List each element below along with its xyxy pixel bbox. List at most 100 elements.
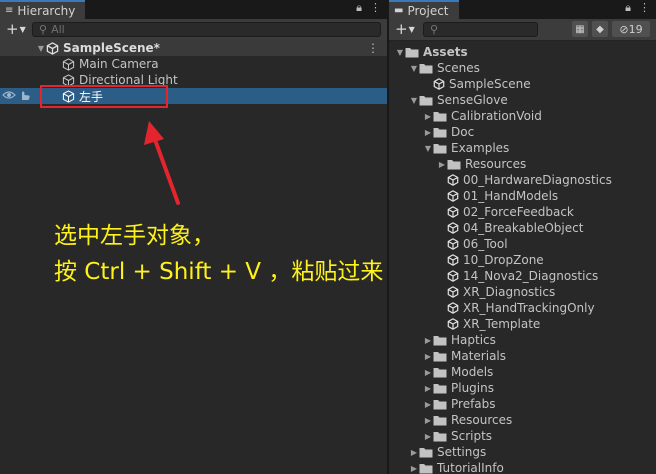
hierarchy-item-main-camera[interactable]: Main Camera [0,56,387,72]
unity-scene-icon [447,190,463,202]
project-tree-item[interactable]: 06_Tool [389,236,656,252]
project-tree-item[interactable]: 10_DropZone [389,252,656,268]
project-tree-item-label: 02_ForceFeedback [463,205,574,219]
scene-options-icon[interactable]: ⋮ [367,41,379,55]
hierarchy-search-input[interactable] [51,23,252,36]
project-tree-item-label: XR_Template [463,317,541,331]
expand-triangle-icon[interactable]: ▶ [423,432,433,441]
project-tree-item[interactable]: 14_Nova2_Diagnostics [389,268,656,284]
project-tree-item[interactable]: ▼ SenseGlove [389,92,656,108]
unity-scene-icon [447,238,463,250]
search-by-label-icon[interactable]: ◆ [592,21,608,37]
hierarchy-tab[interactable]: ≡ Hierarchy [0,0,86,19]
chevron-down-icon: ▼ [408,24,415,34]
project-tree-item-label: Models [451,365,494,379]
project-tree-item[interactable]: SampleScene [389,76,656,92]
expand-triangle-icon[interactable]: ▶ [423,352,433,361]
project-tree-item[interactable]: XR_Diagnostics [389,284,656,300]
expand-triangle-icon[interactable]: ▶ [437,160,447,169]
unity-scene-icon [447,270,463,282]
expand-triangle-icon[interactable]: ▶ [423,384,433,393]
project-tree-item-label: Scenes [437,61,480,75]
folder-icon [433,351,451,362]
project-tree-item[interactable]: ▼ Assets [389,44,656,60]
project-tree-item-label: Examples [451,141,510,155]
hierarchy-search-box[interactable]: ⚲ [32,22,381,37]
folder-open-icon [419,95,437,106]
expand-triangle-icon[interactable]: ▶ [423,400,433,409]
project-tree-item-label: XR_Diagnostics [463,285,556,299]
project-tree-item[interactable]: ▼ Examples [389,140,656,156]
project-tree-item[interactable]: ▶ Resources [389,156,656,172]
project-tree-item[interactable]: ▶ Settings [389,444,656,460]
folder-open-icon [433,143,451,154]
folder-icon [447,159,465,170]
project-tree-item-label: Haptics [451,333,496,347]
lock-icon[interactable]: 🔒︎ [625,1,631,15]
expand-triangle-icon[interactable]: ▶ [423,128,433,137]
expand-triangle-icon[interactable]: ▼ [36,44,46,53]
project-tree-item[interactable]: ▶ Prefabs [389,396,656,412]
project-tree-item[interactable]: ▶ Models [389,364,656,380]
more-options-icon[interactable]: ⋮ [370,1,381,15]
folder-icon [433,127,451,138]
project-tree-item[interactable]: XR_HandTrackingOnly [389,300,656,316]
expand-triangle-icon[interactable]: ▼ [395,48,405,57]
project-tab-bar: ▬ Project 🔒︎ ⋮ [389,0,656,19]
project-tab-title: Project [407,3,449,18]
project-tree-item[interactable]: ▶ TutorialInfo [389,460,656,474]
pickable-hand-icon[interactable] [18,89,32,101]
unity-logo-icon [46,41,59,55]
expand-triangle-icon[interactable]: ▼ [409,96,419,105]
hierarchy-tab-title: Hierarchy [17,3,76,18]
project-tree-item-label: Plugins [451,381,494,395]
hidden-count: 19 [628,22,643,36]
project-tree-item-label: Assets [423,45,468,59]
folder-icon [419,463,437,474]
folder-icon [433,399,451,410]
create-asset-button[interactable]: +▼ [395,21,415,38]
unity-scene-icon [447,302,463,314]
project-search-box[interactable]: ⚲ [423,22,538,37]
project-tree-item-label: Resources [451,413,513,427]
project-tree-item[interactable]: ▼ Scenes [389,60,656,76]
project-tree-item-label: TutorialInfo [437,461,504,474]
project-tree-item[interactable]: ▶ Scripts [389,428,656,444]
more-options-icon[interactable]: ⋮ [639,1,650,15]
project-tree-item[interactable]: XR_Template [389,316,656,332]
project-tree-item[interactable]: 00_HardwareDiagnostics [389,172,656,188]
project-tree-item-label: Materials [451,349,507,363]
search-by-type-icon[interactable]: ▦ [572,21,588,37]
project-tree-item[interactable]: ▶ Resources [389,412,656,428]
annotation-highlight-box [40,85,168,108]
project-tree-item[interactable]: ▶ Haptics [389,332,656,348]
expand-triangle-icon[interactable]: ▶ [423,336,433,345]
lock-icon[interactable]: 🔒︎ [356,1,362,15]
hierarchy-item-label: Main Camera [79,57,159,71]
eye-icon[interactable] [2,89,16,101]
project-tree-item[interactable]: ▶ Doc [389,124,656,140]
project-tree-item[interactable]: 04_BreakableObject [389,220,656,236]
expand-triangle-icon[interactable]: ▶ [409,464,419,473]
project-tree-item-label: SampleScene [449,77,531,91]
expand-triangle-icon[interactable]: ▼ [423,144,433,153]
expand-triangle-icon[interactable]: ▶ [409,448,419,457]
project-tab[interactable]: ▬ Project [389,0,459,19]
project-tree-item-label: CalibrationVoid [451,109,542,123]
create-button[interactable]: +▼ [6,21,26,38]
scene-header-row[interactable]: ▼ SampleScene* ⋮ [0,40,387,56]
project-tree-item[interactable]: ▶ Plugins [389,380,656,396]
expand-triangle-icon[interactable]: ▶ [423,368,433,377]
project-tree-item-label: 01_HandModels [463,189,559,203]
hidden-packages-toggle[interactable]: ⊘ 19 [612,21,650,37]
project-tree-item[interactable]: 02_ForceFeedback [389,204,656,220]
expand-triangle-icon[interactable]: ▼ [409,64,419,73]
project-tree-item[interactable]: ▶ Materials [389,348,656,364]
folder-tab-icon: ▬ [394,5,404,16]
unity-scene-icon [447,318,463,330]
expand-triangle-icon[interactable]: ▶ [423,416,433,425]
expand-triangle-icon[interactable]: ▶ [423,112,433,121]
project-tree-item[interactable]: ▶ CalibrationVoid [389,108,656,124]
gameobject-cube-icon [62,57,75,71]
project-tree-item[interactable]: 01_HandModels [389,188,656,204]
